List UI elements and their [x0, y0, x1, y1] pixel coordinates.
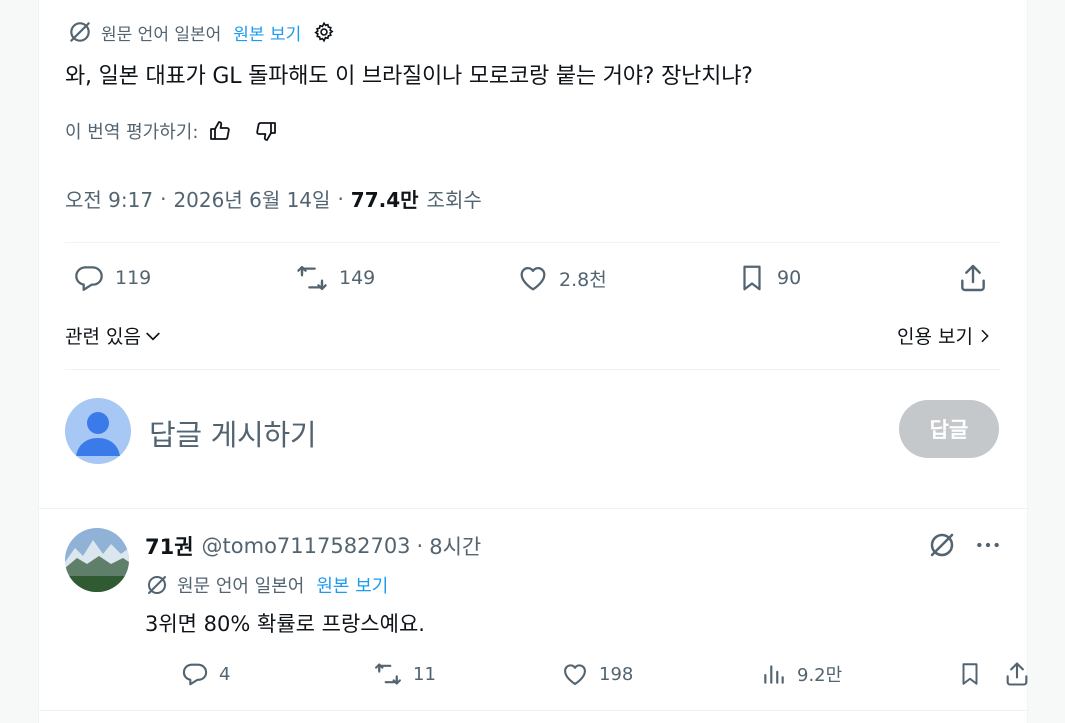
reply-icon: [181, 660, 209, 688]
translate-icon: [67, 19, 93, 45]
rate-translation-label: 이 번역 평가하기:: [65, 122, 199, 143]
tweet-date[interactable]: 2026년 6월 14일: [173, 184, 330, 213]
separator-dot: ·: [337, 186, 344, 211]
view-quotes-link[interactable]: 인용 보기: [897, 322, 993, 349]
reply-button[interactable]: 답글: [899, 400, 999, 458]
avatar[interactable]: [65, 398, 131, 464]
translation-label: 원문 언어 일본어: [177, 576, 305, 597]
reply-time[interactable]: 8시간: [429, 531, 481, 561]
divider: [65, 242, 1001, 243]
chevron-down-icon: [143, 326, 163, 346]
retweet-count: 11: [413, 663, 436, 685]
reply-icon: [73, 262, 105, 294]
display-name[interactable]: 71권: [145, 531, 194, 561]
tweet-meta: 오전 9:17 · 2026년 6월 14일 · 77.4만 조회수: [65, 184, 482, 213]
share-action[interactable]: [1003, 660, 1031, 688]
like-count: 2.8천: [559, 268, 607, 291]
reply-count: 4: [219, 663, 231, 685]
tweet-actions: 119 149 2.8천 90: [65, 262, 1001, 306]
bookmark-icon: [737, 262, 767, 294]
bookmark-action[interactable]: 90: [737, 262, 801, 294]
bookmark-count: 90: [777, 267, 802, 289]
view-quotes-label: 인용 보기: [897, 326, 973, 348]
chevron-right-icon: [977, 326, 993, 346]
heart-icon: [561, 660, 589, 688]
divider: [39, 508, 1027, 509]
related-toggle[interactable]: 관련 있음: [65, 322, 163, 349]
reply-count: 119: [115, 267, 152, 289]
view-original-link[interactable]: 원본 보기: [316, 572, 388, 598]
translation-label: 원문 언어 일본어: [101, 24, 222, 45]
like-action[interactable]: 198: [561, 660, 633, 688]
reply-header: 71권 @tomo7117582703 · 8시간: [145, 531, 481, 561]
conversation-panel: 원문 언어 일본어 원본 보기 와, 일본 대표가 GL 돌파해도 이 브라질이…: [38, 0, 1028, 723]
tweet-text: 와, 일본 대표가 GL 돌파해도 이 브라질이나 모로코랑 붙는 거야? 장난…: [65, 64, 753, 89]
retweet-count: 149: [339, 267, 376, 289]
view-count-label: 조회수: [426, 188, 482, 212]
view-original-link[interactable]: 원본 보기: [233, 20, 301, 45]
separator-dot: ·: [160, 186, 167, 211]
share-icon: [957, 262, 989, 294]
retweet-action[interactable]: 149: [295, 262, 375, 294]
heart-icon: [517, 262, 549, 294]
reply-tweet: 71권 @tomo7117582703 · 8시간 원문 언어 일본어 원본 보…: [65, 528, 1028, 698]
retweet-icon: [295, 262, 329, 294]
separator-dot: ·: [416, 534, 424, 558]
rate-translation: 이 번역 평가하기:: [65, 118, 278, 144]
view-count: 9.2만: [797, 665, 843, 686]
views-action[interactable]: 9.2만: [761, 660, 842, 688]
more-icon[interactable]: [975, 532, 1001, 558]
related-label: 관련 있음: [65, 326, 141, 348]
reply-top-icons: [927, 530, 1001, 560]
bookmark-icon: [957, 660, 983, 688]
user-handle[interactable]: @tomo7117582703: [202, 534, 411, 558]
reply-action[interactable]: 119: [73, 262, 151, 294]
retweet-icon: [373, 660, 403, 688]
retweet-action[interactable]: 11: [373, 660, 436, 688]
bookmark-action[interactable]: [957, 660, 983, 688]
like-count: 198: [599, 663, 634, 685]
reply-actions: 4 11 198 9.2만: [145, 660, 1028, 694]
tweet-time[interactable]: 오전 9:17: [65, 184, 153, 213]
thumbs-down-icon[interactable]: [254, 119, 278, 143]
translate-icon: [145, 573, 169, 597]
translation-notice: 원문 언어 일본어 원본 보기: [67, 19, 335, 45]
view-count: 77.4만: [350, 188, 419, 212]
gear-icon[interactable]: [313, 21, 335, 43]
share-icon: [1003, 660, 1031, 688]
reply-input[interactable]: 답글 게시하기: [149, 412, 317, 454]
divider: [65, 369, 1001, 370]
translate-icon[interactable]: [927, 530, 957, 560]
reply-action[interactable]: 4: [181, 660, 230, 688]
like-action[interactable]: 2.8천: [517, 262, 607, 294]
thumbs-up-icon[interactable]: [208, 119, 232, 143]
divider: [39, 710, 1027, 711]
analytics-icon: [761, 660, 787, 688]
avatar[interactable]: [65, 528, 129, 592]
share-action[interactable]: [957, 262, 989, 294]
reply-text: 3위면 80% 확률로 프랑스예요.: [145, 612, 425, 636]
translation-notice: 원문 언어 일본어 원본 보기: [145, 572, 388, 598]
reply-composer: 답글 게시하기 답글: [65, 398, 999, 464]
